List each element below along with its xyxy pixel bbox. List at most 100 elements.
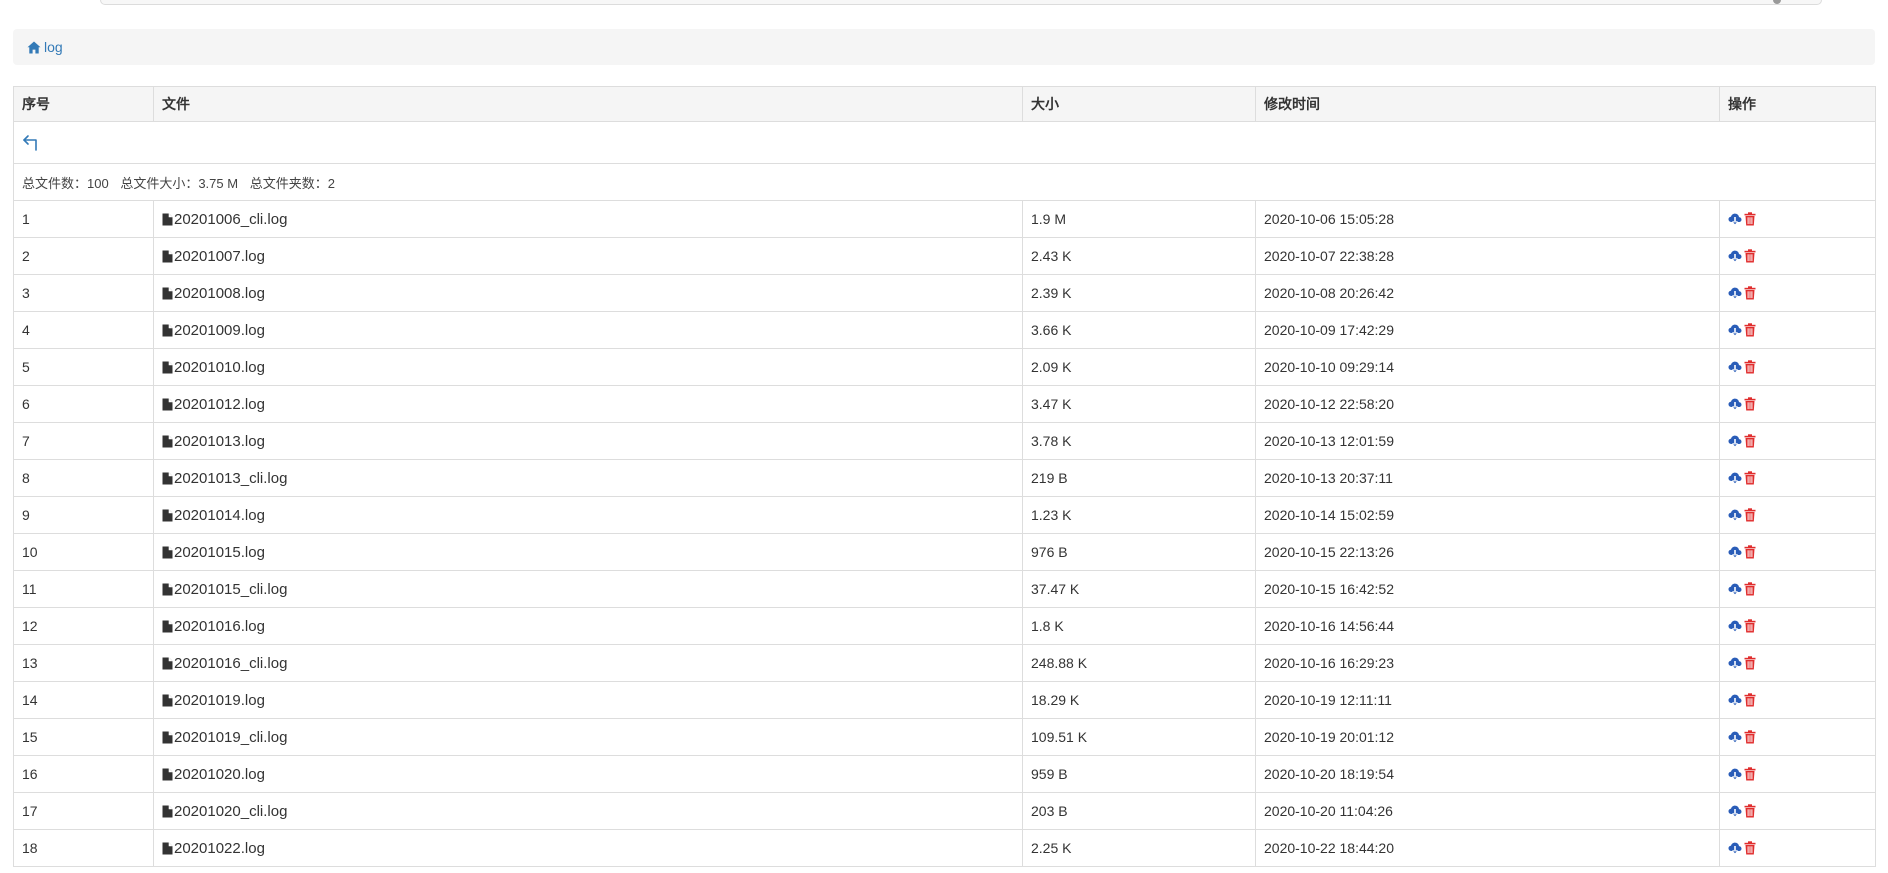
trash-icon[interactable] bbox=[1744, 471, 1756, 485]
table-row: 15 20201019_cli.log 109.51 K 2020-10-19 20:… bbox=[13, 718, 1876, 756]
trash-icon[interactable] bbox=[1744, 841, 1756, 855]
table-row: 14 20201019.log 18.29 K 2020-10-19 12:11:11 bbox=[13, 681, 1876, 719]
cloud-download-icon[interactable] bbox=[1728, 731, 1742, 744]
row-index: 16 bbox=[13, 755, 154, 793]
trash-icon[interactable] bbox=[1744, 730, 1756, 744]
row-index: 18 bbox=[13, 829, 154, 867]
cloud-download-icon[interactable] bbox=[1728, 509, 1742, 522]
file-modified: 2020-10-07 22:38:28 bbox=[1255, 237, 1720, 275]
file-modified: 2020-10-14 15:02:59 bbox=[1255, 496, 1720, 534]
trash-icon[interactable] bbox=[1744, 804, 1756, 818]
file-link[interactable]: 20201020.log bbox=[162, 766, 1014, 783]
trash-icon[interactable] bbox=[1744, 693, 1756, 707]
row-index: 6 bbox=[13, 385, 154, 423]
file-link[interactable]: 20201006_cli.log bbox=[162, 211, 1014, 228]
trash-icon[interactable] bbox=[1744, 434, 1756, 448]
cloud-download-icon[interactable] bbox=[1728, 620, 1742, 633]
row-actions bbox=[1728, 767, 1867, 781]
table-row: 6 20201012.log 3.47 K 2020-10-12 22:58:20 bbox=[13, 385, 1876, 423]
cloud-download-icon[interactable] bbox=[1728, 583, 1742, 596]
file-icon bbox=[162, 398, 174, 411]
header-modified: 修改时间 bbox=[1255, 86, 1720, 122]
file-link[interactable]: 20201015_cli.log bbox=[162, 581, 1014, 598]
file-link[interactable]: 20201013_cli.log bbox=[162, 470, 1014, 487]
row-index: 2 bbox=[13, 237, 154, 275]
trash-icon[interactable] bbox=[1744, 397, 1756, 411]
file-link[interactable]: 20201019.log bbox=[162, 692, 1014, 709]
file-modified: 2020-10-19 20:01:12 bbox=[1255, 718, 1720, 756]
home-icon bbox=[27, 41, 44, 54]
file-link[interactable]: 20201015.log bbox=[162, 544, 1014, 561]
file-link[interactable]: 20201014.log bbox=[162, 507, 1014, 524]
file-link[interactable]: 20201012.log bbox=[162, 396, 1014, 413]
file-icon bbox=[162, 287, 174, 300]
cloud-download-icon[interactable] bbox=[1728, 435, 1742, 448]
file-link[interactable]: 20201016.log bbox=[162, 618, 1014, 635]
trash-icon[interactable] bbox=[1744, 249, 1756, 263]
row-actions bbox=[1728, 693, 1867, 707]
row-actions bbox=[1728, 212, 1867, 226]
cloud-download-icon[interactable] bbox=[1728, 250, 1742, 263]
cloud-download-icon[interactable] bbox=[1728, 842, 1742, 855]
trash-icon[interactable] bbox=[1744, 360, 1756, 374]
cloud-download-icon[interactable] bbox=[1728, 768, 1742, 781]
file-link[interactable]: 20201022.log bbox=[162, 840, 1014, 857]
file-modified: 2020-10-09 17:42:29 bbox=[1255, 311, 1720, 349]
cloud-download-icon[interactable] bbox=[1728, 546, 1742, 559]
file-size: 219 B bbox=[1022, 459, 1256, 497]
row-actions bbox=[1728, 619, 1867, 633]
trash-icon[interactable] bbox=[1744, 582, 1756, 596]
table-row: 7 20201013.log 3.78 K 2020-10-13 12:01:59 bbox=[13, 422, 1876, 460]
file-link[interactable]: 20201010.log bbox=[162, 359, 1014, 376]
file-link[interactable]: 20201013.log bbox=[162, 433, 1014, 450]
row-actions bbox=[1728, 841, 1867, 855]
file-modified: 2020-10-12 22:58:20 bbox=[1255, 385, 1720, 423]
trash-icon[interactable] bbox=[1744, 767, 1756, 781]
table-row: 11 20201015_cli.log 37.47 K 2020-10-15 16:4… bbox=[13, 570, 1876, 608]
trash-icon[interactable] bbox=[1744, 656, 1756, 670]
row-actions bbox=[1728, 471, 1867, 485]
cloud-download-icon[interactable] bbox=[1728, 657, 1742, 670]
file-modified: 2020-10-19 12:11:11 bbox=[1255, 681, 1720, 719]
cloud-download-icon[interactable] bbox=[1728, 287, 1742, 300]
row-actions bbox=[1728, 804, 1867, 818]
file-modified: 2020-10-15 22:13:26 bbox=[1255, 533, 1720, 571]
file-name: 20201019_cli.log bbox=[174, 728, 288, 746]
cloud-download-icon[interactable] bbox=[1728, 324, 1742, 337]
total-file-count: 总文件数：100 bbox=[22, 175, 109, 191]
cloud-download-icon[interactable] bbox=[1728, 805, 1742, 818]
file-modified: 2020-10-15 16:42:52 bbox=[1255, 570, 1720, 608]
row-index: 9 bbox=[13, 496, 154, 534]
cloud-download-icon[interactable] bbox=[1728, 694, 1742, 707]
cloud-download-icon[interactable] bbox=[1728, 213, 1742, 226]
file-size: 1.23 K bbox=[1022, 496, 1256, 534]
table-row: 1 20201006_cli.log 1.9 M 2020-10-06 15:05:2… bbox=[13, 200, 1876, 238]
browser-menu-icon[interactable] bbox=[1773, 0, 1781, 4]
row-index: 1 bbox=[13, 200, 154, 238]
file-size: 109.51 K bbox=[1022, 718, 1256, 756]
file-link[interactable]: 20201016_cli.log bbox=[162, 655, 1014, 672]
file-link[interactable]: 20201019_cli.log bbox=[162, 729, 1014, 746]
trash-icon[interactable] bbox=[1744, 619, 1756, 633]
trash-icon[interactable] bbox=[1744, 508, 1756, 522]
cloud-download-icon[interactable] bbox=[1728, 472, 1742, 485]
file-icon bbox=[162, 472, 174, 485]
trash-icon[interactable] bbox=[1744, 545, 1756, 559]
trash-icon[interactable] bbox=[1744, 323, 1756, 337]
file-size: 203 B bbox=[1022, 792, 1256, 830]
file-icon bbox=[162, 546, 174, 559]
file-icon bbox=[162, 842, 174, 855]
trash-icon[interactable] bbox=[1744, 286, 1756, 300]
file-size: 18.29 K bbox=[1022, 681, 1256, 719]
row-index: 17 bbox=[13, 792, 154, 830]
back-arrow-icon[interactable] bbox=[22, 134, 40, 152]
cloud-download-icon[interactable] bbox=[1728, 361, 1742, 374]
file-size: 37.47 K bbox=[1022, 570, 1256, 608]
breadcrumb-home-link[interactable]: log bbox=[27, 39, 63, 55]
file-link[interactable]: 20201009.log bbox=[162, 322, 1014, 339]
trash-icon[interactable] bbox=[1744, 212, 1756, 226]
file-link[interactable]: 20201007.log bbox=[162, 248, 1014, 265]
cloud-download-icon[interactable] bbox=[1728, 398, 1742, 411]
file-link[interactable]: 20201008.log bbox=[162, 285, 1014, 302]
file-link[interactable]: 20201020_cli.log bbox=[162, 803, 1014, 820]
